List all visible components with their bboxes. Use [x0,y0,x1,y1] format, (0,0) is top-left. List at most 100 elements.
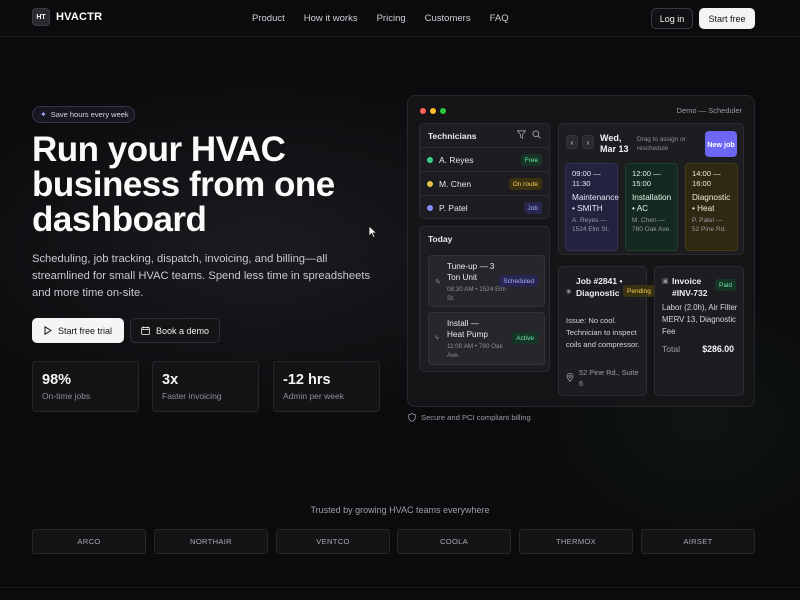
technician-name: A. Reyes [439,154,474,165]
logo-mark: HT [32,8,50,26]
nav-link-pricing[interactable]: Pricing [377,13,406,24]
technicians-title: Technicians [428,131,477,141]
nav-link-customers[interactable]: Customers [425,13,471,24]
close-dot[interactable] [420,108,426,114]
nav-links: Product How it works Pricing Customers F… [252,13,509,24]
maximize-dot[interactable] [440,108,446,114]
customer-logo: COOLA [397,529,511,554]
invoice-status-badge: Paid [714,279,736,291]
book-demo-button[interactable]: Book a demo [130,318,220,343]
hero-title-line: Run your HVAC [32,130,286,169]
hero-badge: ✦ Save hours every week [32,106,135,123]
job-meta: 08:30 AM • 1524 Elm St. [447,286,506,302]
job-status-badge: Scheduled [499,275,538,287]
book-demo-label: Book a demo [155,325,210,336]
nav-link-product[interactable]: Product [252,13,285,24]
schedule-slot[interactable]: 14:00 — 16:00 Diagnostic • Heat P. Patel… [685,163,738,251]
nav-link-how-it-works[interactable]: How it works [304,13,358,24]
slot-meta: M. Chen — 780 Oak Ave. [632,217,671,233]
slot-time: 09:00 — 11:30 [572,169,601,188]
login-button[interactable]: Log in [651,8,693,29]
nav-link-faq[interactable]: FAQ [490,13,509,24]
sparkle-icon: ✦ [40,110,47,119]
wrench-icon: ✎ [435,279,441,286]
customer-logo: THERMOX [519,529,633,554]
hero-title-line: business from one [32,165,335,204]
technician-row[interactable]: M. Chen On route [420,171,549,195]
technicians-tools [517,130,541,139]
technician-name: P. Patel [439,202,468,213]
stat-card: 98% On-time jobs [32,361,139,412]
slot-title: Maintenance • SMITH [572,193,619,213]
status-dot [427,204,433,211]
start-free-button[interactable]: Start free [699,8,755,29]
job-meta: 11:00 AM • 780 Oak Ave. [447,343,503,359]
schedule-date: Wed, Mar 13 [600,133,629,154]
hero-title-line: dashboard [32,200,207,239]
stat-value: 98% [42,372,72,388]
map-pin-icon [566,373,574,382]
slot-title: Installation • AC [632,193,672,213]
technician-row[interactable]: A. Reyes Free [420,147,549,171]
stat-value: 3x [162,372,179,388]
trusted-title: Trusted by growing HVAC teams everywhere [310,505,490,515]
customer-logo: AIRSET [641,529,755,554]
technician-status-badge: Free [520,154,542,166]
job-detail-title: Job #2841 • Diagnostic [576,276,623,298]
job-detail-status-badge: Pending [623,285,655,297]
slot-title: Diagnostic • Heat [692,193,731,213]
hero-badge-text: Save hours every week [50,110,129,119]
job-detail-panel[interactable]: ◉ Job #2841 • Diagnostic Pending Issue: … [558,266,655,396]
bolt-icon: ϟ [435,335,439,342]
shield-icon [408,413,416,422]
minimize-dot[interactable] [430,108,436,114]
next-day-button[interactable]: › [582,135,594,149]
stat-label: Admin per week [283,391,344,401]
job-status-badge: Active [512,332,538,344]
technician-row[interactable]: P. Patel Job [420,195,549,219]
slot-time: 12:00 — 15:00 [632,169,661,188]
footer-divider [0,587,800,588]
today-job-card[interactable]: ✎ Tune-up — 3 Ton Unit 08:30 AM • 1524 E… [428,255,545,307]
schedule-slot[interactable]: 09:00 — 11:30 Maintenance • SMITH A. Rey… [565,163,619,251]
stat-label: On-time jobs [42,391,91,401]
invoice-items: Labor (2.0h), Air Filter MERV 13, Diagno… [662,303,738,336]
technician-name: M. Chen [439,178,472,189]
brand-name: HVACTR [56,11,103,23]
security-note-text: Secure and PCI compliant billing [421,413,531,422]
invoice-total-label: Total [662,344,680,354]
hero-title: Run your HVAC business from one dashboar… [32,132,362,237]
stat-card: 3x Faster invoicing [152,361,259,412]
technician-status-badge: Job [523,202,542,214]
slot-time: 14:00 — 16:00 [692,169,721,188]
customer-logo: ARCO [32,529,146,554]
stat-label: Faster invoicing [162,391,222,401]
calendar-icon [141,326,150,335]
job-title: Tune-up — 3 Ton Unit [447,262,495,282]
technician-status-badge: On route [508,178,542,190]
play-icon [44,326,52,335]
search-icon[interactable] [532,130,541,139]
new-job-button[interactable]: New job [705,131,737,157]
today-job-card[interactable]: ϟ Install — Heat Pump 11:00 AM • 780 Oak… [428,312,545,365]
status-dot [427,180,433,187]
start-free-trial-label: Start free trial [57,325,113,336]
slot-meta: P. Patel — 52 Pine Rd. [692,217,726,233]
hero-subtitle: Scheduling, job tracking, dispatch, invo… [32,253,371,299]
start-free-trial-button[interactable]: Start free trial [32,318,124,343]
schedule-slot[interactable]: 12:00 — 15:00 Installation • AC M. Chen … [625,163,678,251]
tag-icon: ◉ [566,289,572,295]
today-panel: Today ✎ Tune-up — 3 Ton Unit 08:30 AM • … [419,226,550,372]
brand-logo[interactable]: HT HVACTR [32,8,102,26]
technicians-panel: Technicians A. Reyes Free M. Chen On rou… [419,123,550,219]
schedule-panel: ‹ › Wed, Mar 13 Drag to assign or resche… [558,123,744,255]
scheduler-demo-window: Demo — Scheduler Technicians A. Reyes Fr… [407,95,755,407]
invoice-title: Invoice #INV-732 [672,276,708,298]
prev-day-button[interactable]: ‹ [566,135,578,149]
filter-icon[interactable] [517,130,526,139]
status-dot [427,156,433,163]
invoice-panel[interactable]: ▣ Invoice #INV-732 Paid Labor (2.0h), Ai… [654,266,744,396]
slot-meta: A. Reyes — 1524 Elm St. [572,217,610,233]
customer-logo: NORTHAIR [154,529,268,554]
top-navbar: HT HVACTR Product How it works Pricing C… [0,0,800,37]
